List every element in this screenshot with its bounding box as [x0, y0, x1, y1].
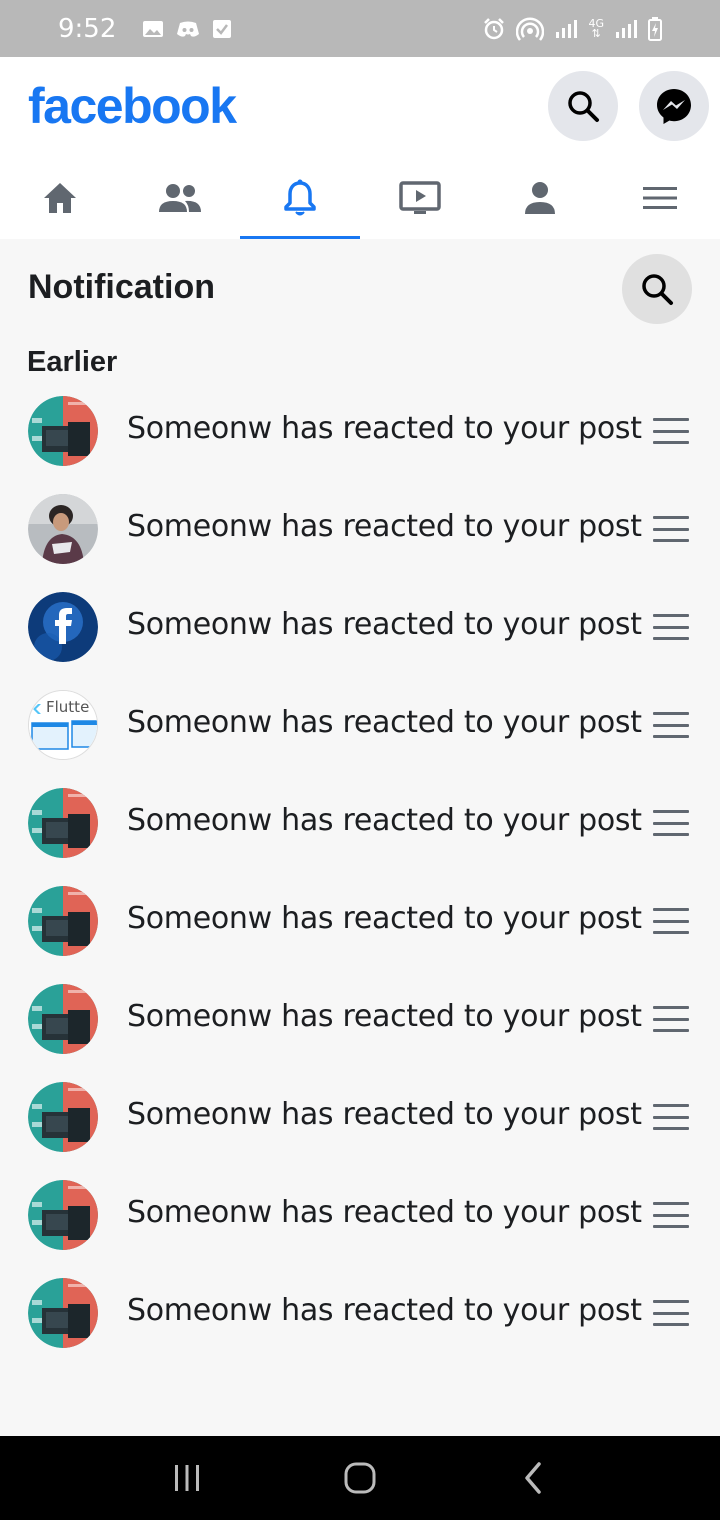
tab-bar	[0, 157, 720, 239]
course-thumbnail-avatar	[28, 984, 98, 1054]
list-item[interactable]: Someonw has reacted to your post	[0, 1264, 720, 1362]
list-item[interactable]: Someonw has reacted to your post	[0, 970, 720, 1068]
facebook-logo-avatar	[28, 592, 98, 662]
person-photo-avatar	[28, 494, 98, 564]
course-thumbnail-avatar	[28, 396, 98, 466]
messenger-icon	[657, 89, 691, 124]
item-menu-icon[interactable]	[653, 1202, 689, 1228]
notification-text: Someonw has reacted to your post	[127, 705, 642, 740]
course-thumbnail-avatar	[28, 886, 98, 956]
item-menu-icon[interactable]	[653, 614, 689, 640]
menu-icon	[643, 187, 677, 209]
network-type-icon: 4G ⇅	[588, 16, 604, 40]
item-menu-icon[interactable]	[653, 908, 689, 934]
status-time: 9:52	[58, 13, 117, 44]
section-label-earlier: Earlier	[27, 346, 118, 378]
item-menu-icon[interactable]	[653, 1300, 689, 1326]
notification-text: Someonw has reacted to your post	[127, 1195, 642, 1230]
battery-icon	[648, 16, 662, 41]
tab-menu[interactable]	[600, 157, 720, 239]
home-circle-icon	[344, 1462, 376, 1494]
item-menu-icon[interactable]	[653, 418, 689, 444]
messenger-button[interactable]	[639, 71, 709, 141]
item-menu-icon[interactable]	[653, 712, 689, 738]
search-button[interactable]	[548, 71, 618, 141]
list-item[interactable]: Someonw has reacted to your post	[0, 382, 720, 480]
gallery-icon	[142, 20, 164, 38]
list-item[interactable]: Flutte Someonw has reacted to your post	[0, 676, 720, 774]
friends-icon	[159, 184, 201, 212]
list-item[interactable]: Someonw has reacted to your post	[0, 1166, 720, 1264]
notification-text: Someonw has reacted to your post	[127, 1293, 642, 1328]
course-thumbnail-avatar	[28, 788, 98, 858]
tab-home[interactable]	[0, 157, 120, 239]
status-bar: 9:52 4G ⇅	[0, 0, 720, 57]
discord-icon	[176, 20, 200, 38]
tab-notifications[interactable]	[240, 157, 360, 239]
list-item[interactable]: Someonw has reacted to your post	[0, 578, 720, 676]
home-button[interactable]	[320, 1448, 400, 1508]
search-icon	[568, 91, 599, 122]
notification-text: Someonw has reacted to your post	[127, 803, 642, 838]
list-item[interactable]: Someonw has reacted to your post	[0, 774, 720, 872]
bell-icon	[284, 179, 316, 216]
item-menu-icon[interactable]	[653, 1104, 689, 1130]
tab-profile[interactable]	[480, 157, 600, 239]
tab-watch[interactable]	[360, 157, 480, 239]
course-thumbnail-avatar	[28, 1082, 98, 1152]
item-menu-icon[interactable]	[653, 516, 689, 542]
system-navigation-bar	[0, 1436, 720, 1520]
svg-text:Flutte: Flutte	[46, 698, 89, 716]
alarm-icon	[482, 17, 506, 41]
back-icon	[525, 1462, 542, 1494]
person-icon	[525, 182, 555, 214]
list-item[interactable]: Someonw has reacted to your post	[0, 1068, 720, 1166]
course-thumbnail-avatar	[28, 1278, 98, 1348]
item-menu-icon[interactable]	[653, 1006, 689, 1032]
list-item[interactable]: Someonw has reacted to your post	[0, 480, 720, 578]
hotspot-icon	[516, 16, 545, 41]
home-icon	[44, 183, 76, 213]
app-header: facebook	[0, 57, 720, 239]
notification-text: Someonw has reacted to your post	[127, 607, 642, 642]
course-thumbnail-avatar	[28, 1180, 98, 1250]
page-title: Notification	[28, 268, 215, 306]
notification-text: Someonw has reacted to your post	[127, 901, 642, 936]
signal-icon	[554, 18, 578, 40]
notification-text: Someonw has reacted to your post	[127, 999, 642, 1034]
checkbox-icon	[212, 19, 232, 39]
facebook-logo: facebook	[28, 78, 237, 134]
notification-text: Someonw has reacted to your post	[127, 411, 642, 446]
notification-text: Someonw has reacted to your post	[127, 1097, 642, 1132]
tab-friends[interactable]	[120, 157, 240, 239]
recent-apps-icon	[174, 1465, 199, 1491]
signal-icon	[614, 18, 638, 40]
recent-apps-button[interactable]	[147, 1448, 227, 1508]
search-icon	[642, 274, 673, 305]
flutter-avatar: Flutte	[28, 690, 98, 760]
notification-text: Someonw has reacted to your post	[127, 509, 642, 544]
list-item[interactable]: Someonw has reacted to your post	[0, 872, 720, 970]
video-icon	[399, 181, 441, 214]
notification-search-button[interactable]	[622, 254, 692, 324]
notification-list: Someonw has reacted to your post Someonw…	[0, 382, 720, 1362]
back-button[interactable]	[493, 1448, 573, 1508]
item-menu-icon[interactable]	[653, 810, 689, 836]
